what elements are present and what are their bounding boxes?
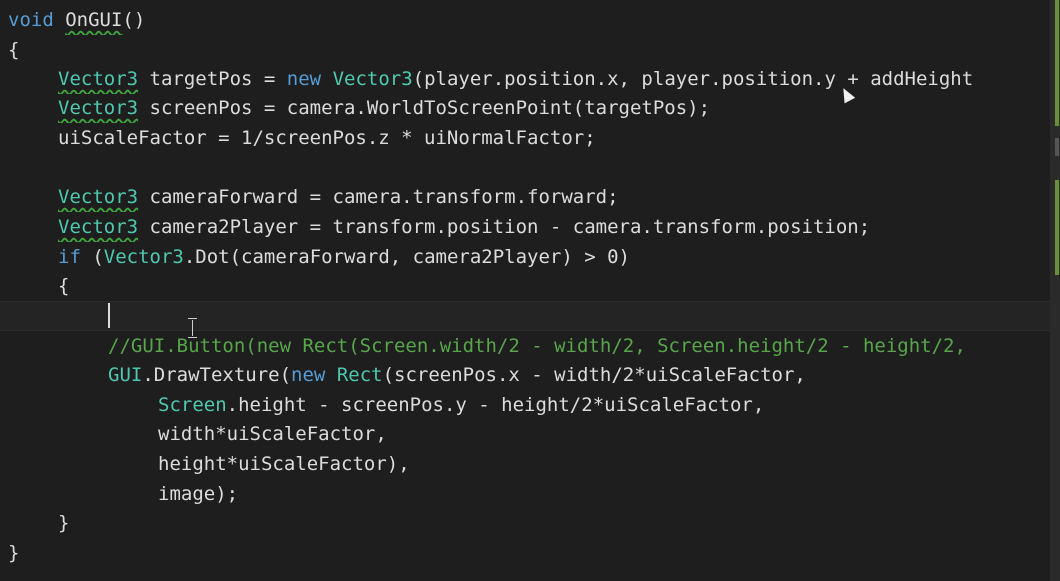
close-brace: } [8, 542, 20, 564]
code-line-8[interactable]: Vector3 camera2Player = transform.positi… [0, 212, 1050, 242]
code-text: ( [80, 246, 104, 268]
text-caret [108, 303, 110, 328]
type-name: Vector3 [103, 246, 184, 268]
code-line-18[interactable]: } [0, 508, 1050, 538]
type-name: Rect [336, 364, 383, 386]
code-text: (screenPos.x - width/2*uiScaleFactor, [382, 364, 806, 386]
code-text: image); [158, 483, 239, 505]
code-line-10[interactable]: { [0, 271, 1050, 301]
scrollbar-change-marker [1055, 180, 1059, 275]
keyword-new: new [286, 68, 322, 90]
type-name: GUI [108, 364, 143, 386]
code-line-16[interactable]: height*uiScaleFactor), [0, 449, 1050, 479]
code-text: cameraForward = camera.transform.forward… [138, 186, 619, 208]
type-name: Screen [158, 394, 227, 416]
code-line-9[interactable]: if (Vector3.Dot(cameraForward, camera2Pl… [0, 242, 1050, 272]
vertical-scrollbar[interactable] [1050, 0, 1060, 581]
keyword-new: new [291, 364, 326, 386]
code-text: .height - screenPos.y - height/2*uiScale… [226, 394, 765, 416]
keyword-if: if [58, 246, 81, 268]
code-line-5[interactable]: uiScaleFactor = 1/screenPos.z * uiNormal… [0, 123, 1050, 153]
code-line-13[interactable]: GUI.DrawTexture(new Rect(screenPos.x - w… [0, 360, 1050, 390]
code-line-19[interactable]: } [0, 538, 1050, 568]
code-text: () [122, 9, 146, 31]
code-text: uiScaleFactor = 1/screenPos.z * uiNormal… [58, 127, 596, 149]
open-brace: { [8, 39, 20, 61]
code-line-1[interactable]: void OnGUI() [0, 5, 1050, 35]
method-name: OnGUI [65, 9, 123, 31]
open-brace: { [58, 275, 70, 297]
type-name: Vector3 [58, 216, 139, 238]
type-name: Vector3 [58, 97, 139, 119]
scrollbar-change-marker [1055, 0, 1059, 126]
code-text: width*uiScaleFactor, [158, 423, 387, 445]
type-name: Vector3 [58, 68, 139, 90]
code-editor[interactable]: void OnGUI() { Vector3 targetPos = new V… [0, 0, 1060, 581]
current-line-highlight[interactable] [0, 301, 1050, 331]
scrollbar-thumb[interactable] [1055, 138, 1059, 156]
type-name: Vector3 [332, 68, 413, 90]
code-text: .DrawTexture( [142, 364, 292, 386]
code-text: height*uiScaleFactor), [158, 453, 410, 475]
code-text: screenPos = camera.WorldToScreenPoint(ta… [138, 97, 711, 119]
code-line-12[interactable]: //GUI.Button(new Rect(Screen.width/2 - w… [0, 331, 1050, 361]
code-line-7[interactable]: Vector3 cameraForward = camera.transform… [0, 182, 1050, 212]
code-text: targetPos = [138, 68, 287, 90]
close-brace: } [58, 512, 70, 534]
code-line-2[interactable]: { [0, 35, 1050, 65]
code-text: (player.position.x, player.position.y + … [412, 68, 974, 90]
code-line-3[interactable]: Vector3 targetPos = new Vector3(player.p… [0, 64, 1050, 94]
code-line-14[interactable]: Screen.height - screenPos.y - height/2*u… [0, 390, 1050, 420]
code-text: .Dot(cameraForward, camera2Player) > 0) [183, 246, 630, 268]
keyword-void: void [8, 9, 54, 31]
code-comment: //GUI.Button(new Rect(Screen.width/2 - w… [108, 335, 966, 357]
ibeam-cursor-icon [188, 318, 197, 338]
code-line-17[interactable]: image); [0, 479, 1050, 509]
code-text: camera2Player = transform.position - cam… [138, 216, 871, 238]
code-line-15[interactable]: width*uiScaleFactor, [0, 419, 1050, 449]
code-line-4[interactable]: Vector3 screenPos = camera.WorldToScreen… [0, 93, 1050, 123]
type-name: Vector3 [58, 186, 139, 208]
